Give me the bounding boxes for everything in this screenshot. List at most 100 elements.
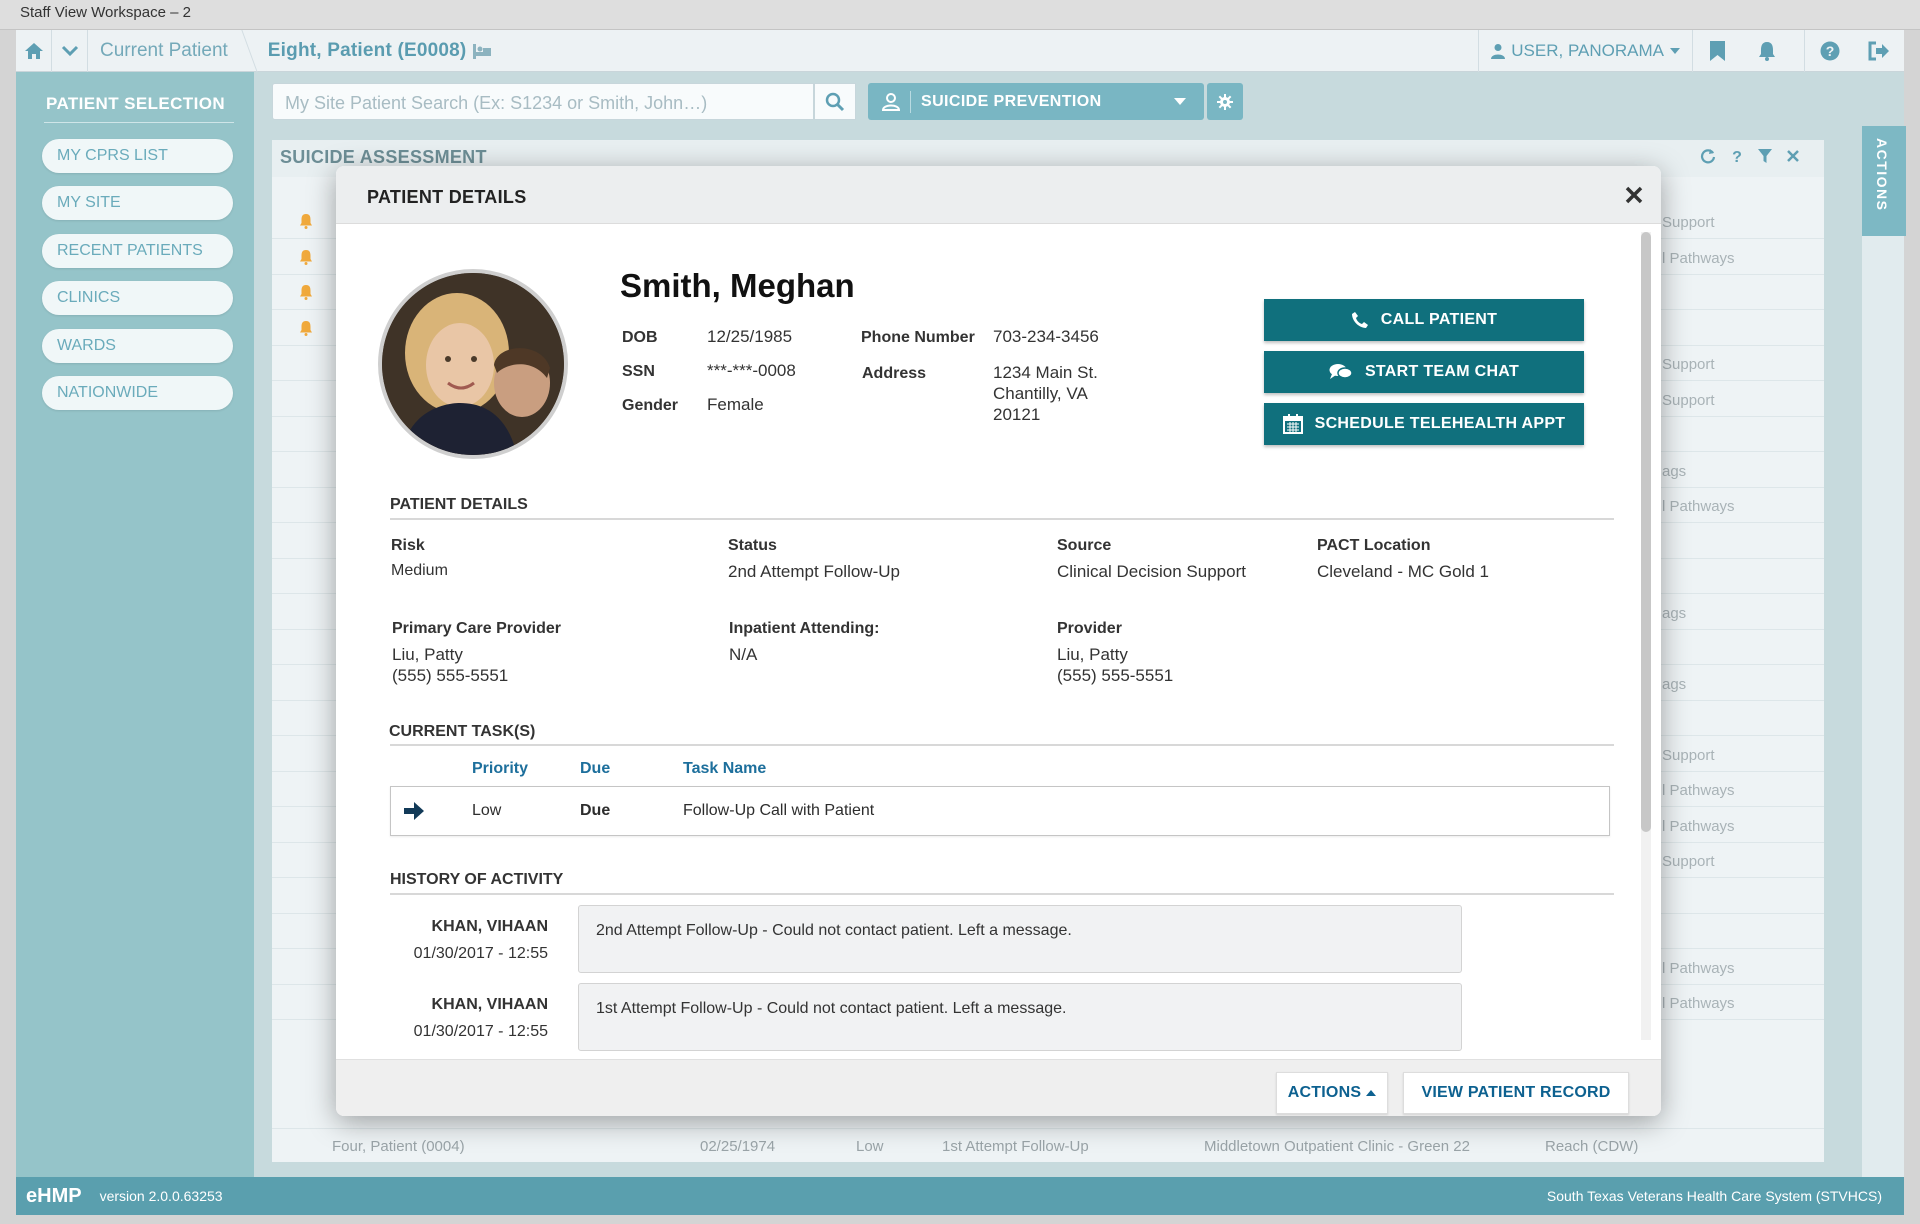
scrollbar-thumb[interactable]: [1641, 232, 1651, 832]
cell-source: Support: [1662, 391, 1715, 409]
address-line-1: 1234 Main St.: [993, 363, 1098, 382]
caret-down-icon: [1670, 48, 1680, 54]
patient-photo-image: [382, 273, 564, 455]
start-team-chat-button[interactable]: START TEAM CHAT: [1264, 351, 1584, 393]
table-row[interactable]: Four, Patient (0004) 02/25/1974 Low 1st …: [272, 1128, 1824, 1162]
app-brand: eHMP: [26, 1184, 82, 1207]
arrow-right-icon: [404, 802, 424, 820]
cell-source: Reach (CDW): [1545, 1138, 1639, 1155]
svg-text:?: ?: [1732, 149, 1742, 164]
breadcrumb-patient[interactable]: Eight, Patient (E0008): [256, 30, 505, 72]
primary-care-provider-label: Primary Care Provider: [392, 620, 561, 637]
modal-footer: ACTIONS VIEW PATIENT RECORD: [336, 1059, 1661, 1116]
svg-text:?: ?: [1825, 43, 1834, 59]
help-icon: ?: [1820, 41, 1839, 61]
dropdown-button[interactable]: [52, 29, 88, 72]
bookmark-icon: [1710, 41, 1725, 61]
task-row[interactable]: Low Due Follow-Up Call with Patient: [390, 786, 1610, 836]
health-system-name: South Texas Veterans Health Care System …: [1546, 1188, 1882, 1204]
schedule-telehealth-button[interactable]: SCHEDULE TELEHEALTH APPT: [1264, 403, 1584, 445]
gender-value: Female: [707, 395, 764, 414]
column-header-due[interactable]: Due: [580, 760, 610, 778]
actions-button-label: ACTIONS: [1287, 1084, 1362, 1101]
inpatient-attending-label: Inpatient Attending:: [729, 620, 880, 637]
help-button[interactable]: ?: [1804, 30, 1854, 72]
history-author: KHAN, VIHAAN: [431, 918, 548, 935]
calendar-icon: [1282, 414, 1303, 434]
source-label: Source: [1057, 537, 1112, 554]
history-date: 01/30/2017 - 12:55: [413, 945, 548, 962]
call-patient-button[interactable]: CALL PATIENT: [1264, 299, 1584, 341]
sidebar-item-my-cprs-list[interactable]: MY CPRS LIST: [42, 139, 233, 173]
schedule-telehealth-label: SCHEDULE TELEHEALTH APPT: [1314, 415, 1566, 432]
sidebar-item-recent-patients[interactable]: RECENT PATIENTS: [42, 234, 233, 268]
cell-source: Support: [1662, 746, 1715, 764]
actions-dropdown-button[interactable]: ACTIONS: [1276, 1072, 1388, 1114]
sidebar-item-wards[interactable]: WARDS: [42, 329, 233, 363]
divider: [910, 90, 911, 113]
task-name: Follow-Up Call with Patient: [683, 802, 875, 819]
phone-label: Phone Number: [861, 329, 975, 346]
breadcrumb-label: Current Patient: [100, 39, 228, 61]
actions-tray-tab[interactable]: ACTIONS: [1862, 126, 1906, 236]
user-name: USER, PANORAMA: [1511, 41, 1664, 60]
history-author: KHAN, VIHAAN: [431, 996, 548, 1013]
refresh-icon[interactable]: [1700, 148, 1716, 164]
help-icon[interactable]: ?: [1730, 148, 1744, 164]
column-header-task-name[interactable]: Task Name: [683, 760, 766, 778]
cell-status: 1st Attempt Follow-Up: [942, 1138, 1089, 1155]
sidebar-item-nationwide[interactable]: NATIONWIDE: [42, 376, 233, 410]
sign-out-icon: [1868, 41, 1889, 61]
history-note: 2nd Attempt Follow-Up - Could not contac…: [578, 905, 1462, 973]
search-icon: [825, 92, 845, 111]
bell-icon: [300, 285, 312, 300]
caret-up-icon: [1366, 1090, 1377, 1096]
bookmark-button[interactable]: [1692, 30, 1742, 72]
source-value: Clinical Decision Support: [1057, 562, 1246, 581]
view-patient-record-button[interactable]: VIEW PATIENT RECORD: [1403, 1072, 1629, 1114]
breadcrumb-current-patient[interactable]: Current Patient: [88, 30, 240, 72]
logout-button[interactable]: [1854, 30, 1904, 72]
history-date: 01/30/2017 - 12:55: [413, 1023, 548, 1040]
notifications-button[interactable]: [1742, 30, 1792, 72]
address-line-3: 20121: [993, 405, 1041, 424]
view-patient-record-label: VIEW PATIENT RECORD: [1421, 1084, 1611, 1101]
patient-bed-icon: [473, 43, 492, 59]
task-priority: Low: [472, 802, 502, 819]
actions-tab-label: ACTIONS: [1874, 138, 1890, 212]
workspace-settings-button[interactable]: [1207, 83, 1243, 120]
cell-source: ags: [1662, 462, 1687, 480]
patient-search-input[interactable]: My Site Patient Search (Ex: S1234 or Smi…: [272, 83, 814, 120]
column-header-priority[interactable]: Priority: [472, 760, 528, 778]
task-due: Due: [580, 802, 611, 819]
cell-source: l Pathways: [1662, 782, 1735, 799]
window-title-bar: Staff View Workspace – 2: [0, 0, 1920, 30]
close-icon[interactable]: [1786, 148, 1800, 164]
primary-care-provider-name: Liu, Patty: [392, 645, 463, 664]
sidebar-item-my-site[interactable]: MY SITE: [42, 186, 233, 220]
provider-name: Liu, Patty: [1057, 645, 1128, 664]
workspace-user-icon: [882, 92, 900, 111]
workspace-select[interactable]: SUICIDE PREVENTION: [868, 83, 1204, 120]
chevron-down-icon: [61, 45, 78, 56]
modal-title: PATIENT DETAILS: [367, 187, 527, 207]
caret-down-icon: [1174, 98, 1186, 105]
filter-icon[interactable]: [1758, 148, 1772, 164]
pact-location-value: Cleveland - MC Gold 1: [1317, 562, 1489, 581]
tray-strip: [1862, 236, 1904, 1177]
risk-value: Medium: [391, 562, 448, 579]
close-icon[interactable]: [1623, 184, 1645, 206]
address-line-2: Chantilly, VA: [993, 384, 1088, 403]
user-menu[interactable]: USER, PANORAMA: [1478, 30, 1692, 72]
patient-selection-title: PATIENT SELECTION: [46, 94, 226, 113]
sidebar-item-clinics[interactable]: CLINICS: [42, 281, 233, 315]
call-patient-label: CALL PATIENT: [1380, 311, 1498, 328]
history-section-title: HISTORY OF ACTIVITY: [390, 871, 564, 888]
divider: [44, 122, 234, 123]
cell-source: ags: [1662, 604, 1687, 622]
search-button[interactable]: [814, 83, 856, 120]
home-button[interactable]: [16, 29, 52, 72]
bell-icon: [300, 320, 312, 336]
patient-details-section-title: PATIENT DETAILS: [390, 496, 528, 513]
inpatient-attending-value: N/A: [729, 645, 758, 664]
